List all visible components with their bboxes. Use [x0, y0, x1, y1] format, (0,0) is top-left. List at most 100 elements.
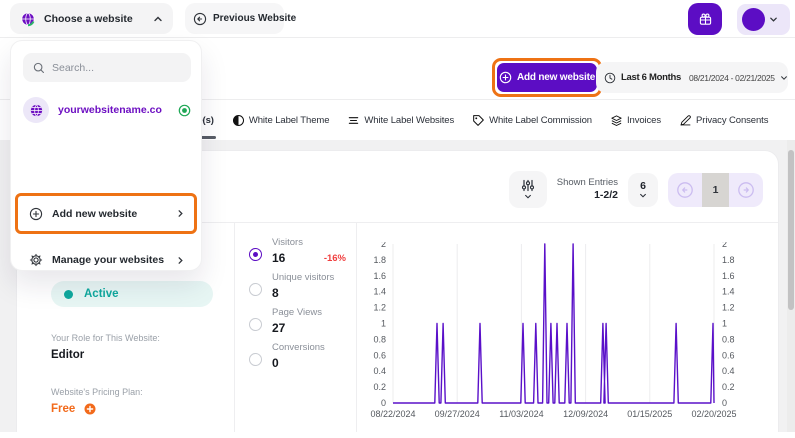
- metric-label: Page Views: [272, 307, 322, 318]
- manage-label: Manage your websites: [52, 254, 167, 266]
- metric-page-views[interactable]: Page Views 27: [249, 307, 348, 335]
- page-size-select[interactable]: 6: [628, 173, 658, 207]
- gift-button[interactable]: [688, 3, 722, 35]
- tab-label: White Label Websites: [364, 115, 454, 126]
- site-globe-icon: [23, 97, 49, 123]
- add-new-website-highlight: Add new website: [492, 58, 602, 97]
- shown-entries-label: Shown Entries: [557, 177, 618, 189]
- svg-text:1.8: 1.8: [722, 255, 735, 265]
- svg-text:0.2: 0.2: [373, 382, 386, 392]
- radio-icon[interactable]: [249, 283, 262, 296]
- search-icon: [33, 62, 45, 74]
- shown-entries-value: 1-2/2: [557, 189, 618, 202]
- metric-visitors[interactable]: Visitors 16 -16%: [249, 237, 348, 265]
- add-new-label: Add new website: [52, 208, 167, 220]
- svg-text:1.4: 1.4: [722, 287, 735, 297]
- visitors-chart-panel: 08/22/202409/27/202411/03/202412/09/2024…: [357, 223, 778, 432]
- metric-delta: -16%: [324, 253, 346, 264]
- next-page-button[interactable]: [729, 173, 763, 207]
- metric-label: Unique visitors: [272, 272, 334, 283]
- arrow-left-circle-icon: [193, 12, 207, 26]
- date-range-value: 08/21/2024 - 02/21/2025: [689, 73, 775, 83]
- date-range-picker[interactable]: Last 6 Months 08/21/2024 - 02/21/2025: [596, 62, 788, 93]
- layers-icon: [610, 114, 623, 127]
- choose-website-dropdown: yourwebsitename.co Add new website Manag…: [10, 40, 202, 271]
- svg-text:1.2: 1.2: [722, 303, 735, 313]
- svg-text:12/09/2024: 12/09/2024: [563, 409, 608, 419]
- svg-text:0.8: 0.8: [373, 334, 386, 344]
- site-name: yourwebsitename.co: [58, 104, 169, 116]
- svg-text:08/22/2024: 08/22/2024: [370, 409, 415, 419]
- tab-white-label-theme[interactable]: White Label Theme: [232, 114, 330, 127]
- dropdown-add-new-website[interactable]: Add new website: [15, 193, 197, 234]
- avatar: [742, 8, 765, 31]
- metric-value: 0: [272, 356, 325, 370]
- gear-icon: [29, 253, 43, 267]
- role-value: Editor: [51, 349, 234, 361]
- svg-text:0.2: 0.2: [722, 382, 735, 392]
- scrollbar-thumb[interactable]: [788, 150, 794, 310]
- radio-icon[interactable]: [249, 353, 262, 366]
- svg-text:0.6: 0.6: [722, 350, 735, 360]
- status-label: Active: [84, 288, 119, 300]
- metric-label: Visitors: [272, 237, 303, 248]
- metrics-panel: Visitors 16 -16% Unique visitors 8 Page: [235, 223, 357, 432]
- svg-text:0: 0: [722, 398, 727, 408]
- radio-icon[interactable]: [249, 318, 262, 331]
- add-new-website-button[interactable]: Add new website: [497, 63, 597, 92]
- metric-label: Conversions: [272, 342, 325, 353]
- choose-website-button[interactable]: Choose a website: [10, 3, 173, 34]
- chevron-right-icon: [176, 256, 185, 265]
- radio-icon[interactable]: [249, 248, 262, 261]
- page-number[interactable]: 1: [702, 173, 729, 207]
- metric-unique-visitors[interactable]: Unique visitors 8: [249, 272, 348, 300]
- svg-text:1: 1: [722, 319, 727, 329]
- svg-text:11/03/2024: 11/03/2024: [499, 409, 543, 419]
- plan-value: Free: [51, 403, 75, 415]
- plus-circle-icon: [499, 71, 512, 84]
- tab-privacy-consents[interactable]: Privacy Consents: [679, 114, 768, 127]
- svg-text:1.6: 1.6: [722, 271, 735, 281]
- svg-text:02/20/2025: 02/20/2025: [691, 409, 736, 419]
- globe-icon: [20, 11, 36, 27]
- vertical-scrollbar[interactable]: [787, 140, 795, 432]
- gift-icon: [698, 12, 713, 27]
- tab-white-label-websites[interactable]: White Label Websites: [347, 114, 454, 127]
- website-search[interactable]: [23, 53, 191, 82]
- pen-icon: [679, 114, 692, 127]
- chevron-down-icon: [639, 193, 647, 199]
- top-bar: Choose a website Previous Website: [0, 0, 795, 38]
- svg-text:1: 1: [381, 319, 386, 329]
- svg-text:2: 2: [722, 242, 727, 249]
- svg-text:0.6: 0.6: [373, 350, 386, 360]
- chevron-down-icon: [524, 194, 532, 200]
- previous-website-button[interactable]: Previous Website: [185, 3, 284, 34]
- plan-label: Website's Pricing Plan:: [51, 387, 234, 397]
- metric-value: 16: [272, 251, 303, 265]
- search-input[interactable]: [52, 62, 172, 74]
- filter-button[interactable]: [509, 171, 547, 208]
- user-menu[interactable]: [737, 4, 790, 35]
- active-radio-icon: [178, 104, 191, 117]
- pagination: 1: [668, 173, 763, 207]
- tab-invoices[interactable]: Invoices: [610, 114, 661, 127]
- upgrade-plus-icon[interactable]: [84, 403, 96, 415]
- page-size-value: 6: [640, 180, 646, 192]
- svg-text:0.4: 0.4: [722, 366, 735, 376]
- dropdown-manage-websites[interactable]: Manage your websites: [15, 240, 197, 280]
- list-icon: [347, 114, 360, 127]
- sliders-icon: [521, 179, 535, 192]
- metric-conversions[interactable]: Conversions 0: [249, 342, 348, 370]
- prev-page-button[interactable]: [668, 173, 702, 207]
- theme-icon: [232, 114, 245, 127]
- tab-label: Invoices: [627, 115, 661, 126]
- svg-text:1.4: 1.4: [373, 287, 386, 297]
- shown-entries: Shown Entries 1-2/2: [557, 177, 618, 202]
- tab-white-label-commission[interactable]: White Label Commission: [472, 114, 592, 127]
- website-list-item[interactable]: yourwebsitename.co: [23, 92, 191, 128]
- status-dot-icon: [64, 290, 73, 299]
- svg-text:01/15/2025: 01/15/2025: [627, 409, 672, 419]
- plus-circle-icon: [29, 207, 43, 221]
- status-badge: Active: [51, 281, 213, 307]
- tab-label: White Label Commission: [489, 115, 592, 126]
